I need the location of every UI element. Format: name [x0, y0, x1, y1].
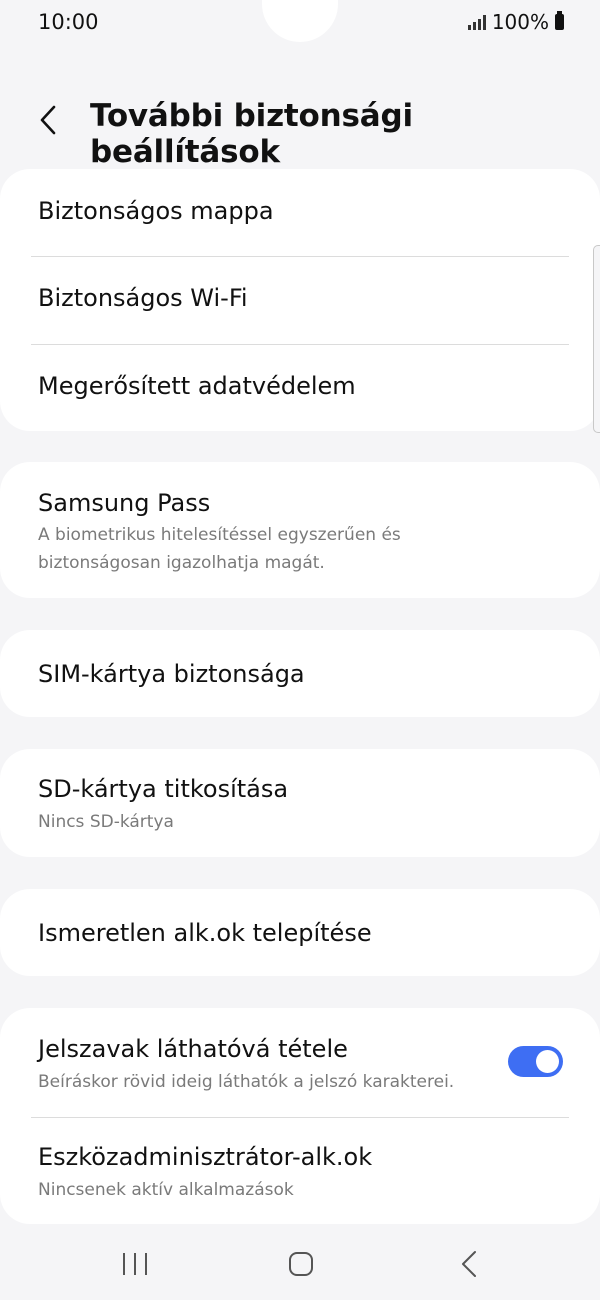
app-header: További biztonsági beállítások	[0, 92, 600, 170]
secure-wifi-item[interactable]: Biztonságos Wi-Fi	[0, 256, 600, 344]
password-visibility-description: Beíráskor rövid ideig láthatók a jelszó …	[38, 1072, 455, 1092]
toggle-knob	[536, 1050, 559, 1073]
samsung-pass-description-line1: A biometrikus hitelesítéssel egyszerűen …	[38, 525, 401, 545]
camera-notch	[262, 0, 338, 42]
enhanced-data-protection-label: Megerősített adatvédelem	[38, 372, 356, 400]
secure-folder-item[interactable]: Biztonságos mappa	[0, 169, 600, 256]
home-icon	[289, 1252, 313, 1276]
status-bar: 10:00 100%	[0, 0, 600, 50]
sim-security-item[interactable]: SIM-kártya biztonsága	[0, 630, 600, 717]
sd-encryption-label: SD-kártya titkosítása	[38, 775, 289, 803]
navigation-bar	[0, 1230, 600, 1300]
nav-back-button[interactable]	[444, 1244, 494, 1284]
install-unknown-apps-label: Ismeretlen alk.ok telepítése	[38, 919, 372, 947]
sd-encryption-status: Nincs SD-kártya	[38, 812, 174, 832]
recent-apps-icon	[123, 1253, 147, 1275]
sim-security-label: SIM-kártya biztonsága	[38, 660, 305, 688]
secure-wifi-label: Biztonságos Wi-Fi	[38, 284, 248, 312]
battery-icon	[555, 11, 564, 30]
signal-icon	[467, 14, 486, 30]
sd-encryption-item[interactable]: SD-kártya titkosítása Nincs SD-kártya	[0, 749, 600, 857]
device-admin-apps-label: Eszközadminisztrátor-alk.ok	[38, 1143, 373, 1171]
enhanced-data-protection-item[interactable]: Megerősített adatvédelem	[0, 344, 600, 431]
password-visibility-item[interactable]: Jelszavak láthatóvá tétele Beíráskor röv…	[0, 1008, 600, 1117]
chevron-left-icon	[40, 105, 56, 135]
settings-group-passwords: Jelszavak láthatóvá tétele Beíráskor röv…	[0, 1008, 600, 1224]
password-visibility-label: Jelszavak láthatóvá tétele	[38, 1035, 348, 1063]
samsung-pass-item[interactable]: Samsung Pass A biometrikus hitelesítésse…	[0, 462, 600, 598]
battery-percent: 100%	[491, 10, 549, 34]
samsung-pass-description-line2: biztonságosan igazolhatja magát.	[38, 553, 325, 573]
password-visibility-toggle[interactable]	[508, 1046, 563, 1077]
samsung-pass-label: Samsung Pass	[38, 489, 211, 517]
scroll-indicator[interactable]	[593, 245, 600, 433]
back-icon	[462, 1251, 476, 1277]
status-icons: 100%	[467, 10, 564, 34]
secure-folder-label: Biztonságos mappa	[38, 197, 274, 225]
recent-apps-button[interactable]	[110, 1244, 160, 1284]
page-title: További biztonsági beállítások	[90, 98, 413, 170]
home-button[interactable]	[276, 1244, 326, 1284]
device-admin-apps-item[interactable]: Eszközadminisztrátor-alk.ok Nincsenek ak…	[0, 1117, 600, 1224]
install-unknown-apps-item[interactable]: Ismeretlen alk.ok telepítése	[0, 889, 600, 976]
status-time: 10:00	[38, 10, 99, 34]
back-button[interactable]	[34, 98, 68, 142]
settings-group-secure: Biztonságos mappa Biztonságos Wi-Fi Mege…	[0, 169, 600, 431]
device-admin-apps-status: Nincsenek aktív alkalmazások	[38, 1180, 294, 1200]
